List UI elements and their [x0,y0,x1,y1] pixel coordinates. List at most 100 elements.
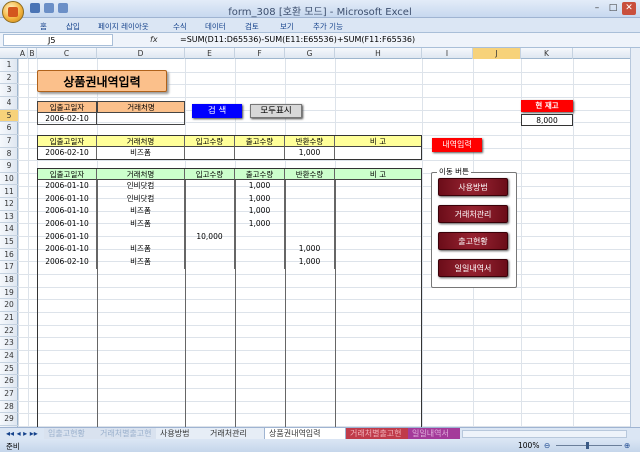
table-row-2-cell-2[interactable] [185,205,235,218]
column-header-k[interactable]: K [521,48,573,59]
entry-cell-3[interactable] [235,147,285,159]
row-header-9[interactable]: 9 [0,160,18,173]
column-header-i[interactable]: I [422,48,473,59]
row-header-19[interactable]: 19 [0,287,18,300]
table-row-2-cell-1[interactable]: 비즈폼 [97,205,185,218]
table-row-5-cell-4[interactable]: 1,000 [285,243,335,256]
tab-addins[interactable]: 추가 기능 [313,21,343,32]
table-row-3-cell-1[interactable]: 비즈폼 [97,217,185,231]
table-row-3-cell-2[interactable] [185,217,235,231]
row-header-21[interactable]: 21 [0,312,18,325]
row-header-14[interactable]: 14 [0,223,18,237]
row-header-15[interactable]: 15 [0,236,18,249]
table-row-2-cell-5[interactable] [335,205,422,218]
tab-page-layout[interactable]: 페이지 레이아웃 [98,21,149,32]
row-header-22[interactable]: 22 [0,325,18,338]
search-date-input[interactable]: 2006-02-10 [37,113,97,125]
table-row-0-cell-1[interactable]: 인비닷컴 [97,180,185,193]
table-row-3-cell-5[interactable] [335,217,422,231]
name-box[interactable]: J5 [3,34,113,46]
table-row-2-cell-0[interactable]: 2006-01-10 [37,205,97,218]
table-row-0-cell-3[interactable]: 1,000 [235,180,285,193]
entry-cell-4[interactable]: 1,000 [285,147,335,159]
table-row-5-cell-3[interactable] [235,243,285,256]
table-row-6-cell-2[interactable] [185,255,235,269]
zoom-slider-thumb[interactable] [586,442,589,449]
nav-daily-report-button[interactable]: 일일내역서 [438,259,508,277]
table-row-3-cell-3[interactable]: 1,000 [235,217,285,231]
stock-value[interactable]: 8,000 [521,114,573,126]
nav-usage-button[interactable]: 사용방법 [438,178,508,196]
column-header-h[interactable]: H [335,48,422,59]
table-row-1-cell-5[interactable] [335,192,422,206]
tab-home[interactable]: 홈 [40,21,47,32]
column-header-g[interactable]: G [285,48,335,59]
entry-cell-0[interactable]: 2006-02-10 [37,147,97,159]
row-header-5[interactable]: 5 [0,109,18,123]
table-row-6-cell-1[interactable]: 비즈폼 [97,255,185,269]
row-header-28[interactable]: 28 [0,401,18,414]
table-row-4-cell-4[interactable] [285,230,335,244]
table-row-6-cell-0[interactable]: 2006-02-10 [37,255,97,269]
table-row-4-cell-5[interactable] [335,230,422,244]
row-header-26[interactable]: 26 [0,375,18,388]
entry-cell-2[interactable] [185,147,235,159]
table-row-4-cell-2[interactable]: 10,000 [185,230,235,244]
column-header-e[interactable]: E [185,48,235,59]
entry-cell-5[interactable] [335,147,422,159]
search-button[interactable]: 검 색 [192,104,242,118]
column-header-f[interactable]: F [235,48,285,59]
column-header-d[interactable]: D [97,48,185,59]
table-row-0-cell-0[interactable]: 2006-01-10 [37,180,97,193]
table-row-4-cell-1[interactable] [97,230,185,244]
row-header-20[interactable]: 20 [0,299,18,312]
row-header-25[interactable]: 25 [0,363,18,376]
row-header-16[interactable]: 16 [0,249,18,262]
row-header-6[interactable]: 6 [0,122,18,135]
nav-vendor-button[interactable]: 거래처관리 [438,205,508,223]
row-header-8[interactable]: 8 [0,148,18,161]
row-header-10[interactable]: 10 [0,173,18,186]
row-header-12[interactable]: 12 [0,198,18,211]
row-header-3[interactable]: 3 [0,84,18,97]
row-header-7[interactable]: 7 [0,135,18,148]
maximize-button[interactable]: □ [606,2,620,15]
row-header-24[interactable]: 24 [0,350,18,363]
column-header-a[interactable]: A [18,48,28,59]
table-row-6-cell-3[interactable] [235,255,285,269]
table-row-5-cell-1[interactable]: 비즈폼 [97,243,185,256]
office-button[interactable] [2,1,24,23]
table-row-5-cell-0[interactable]: 2006-01-10 [37,243,97,256]
column-header-b[interactable]: B [28,48,37,59]
tab-data[interactable]: 데이터 [205,21,226,32]
formula-input[interactable]: =SUM(D11:D65536)-SUM(E11:E65536)+SUM(F11… [180,34,630,46]
entry-cell-1[interactable]: 비즈폼 [97,147,185,159]
table-row-0-cell-2[interactable] [185,180,235,193]
row-header-1[interactable]: 1 [0,59,18,72]
search-vendor-input[interactable] [97,113,185,125]
table-row-1-cell-0[interactable]: 2006-01-10 [37,192,97,206]
minimize-button[interactable]: – [590,2,604,15]
show-all-button[interactable]: 모두표시 [250,104,302,118]
table-row-1-cell-2[interactable] [185,192,235,206]
entry-submit-button[interactable]: 내역입력 [432,138,482,152]
table-row-0-cell-5[interactable] [335,180,422,193]
table-row-3-cell-0[interactable]: 2006-01-10 [37,217,97,231]
row-header-11[interactable]: 11 [0,186,18,199]
close-button[interactable]: ✕ [622,2,636,15]
table-row-6-cell-5[interactable] [335,255,422,269]
table-row-5-cell-5[interactable] [335,243,422,256]
row-header-17[interactable]: 17 [0,261,18,275]
row-header-18[interactable]: 18 [0,274,18,287]
row-header-29[interactable]: 29 [0,413,18,426]
table-row-4-cell-0[interactable]: 2006-01-10 [37,230,97,244]
table-row-1-cell-4[interactable] [285,192,335,206]
row-header-4[interactable]: 4 [0,97,18,110]
row-header-27[interactable]: 27 [0,388,18,401]
zoom-out-icon[interactable]: ⊖ [544,441,550,450]
fx-icon[interactable]: fx [150,34,176,46]
column-header-j[interactable]: J [473,48,521,59]
tab-formulas[interactable]: 수식 [173,21,187,32]
tab-view[interactable]: 보기 [280,21,294,32]
table-row-4-cell-3[interactable] [235,230,285,244]
